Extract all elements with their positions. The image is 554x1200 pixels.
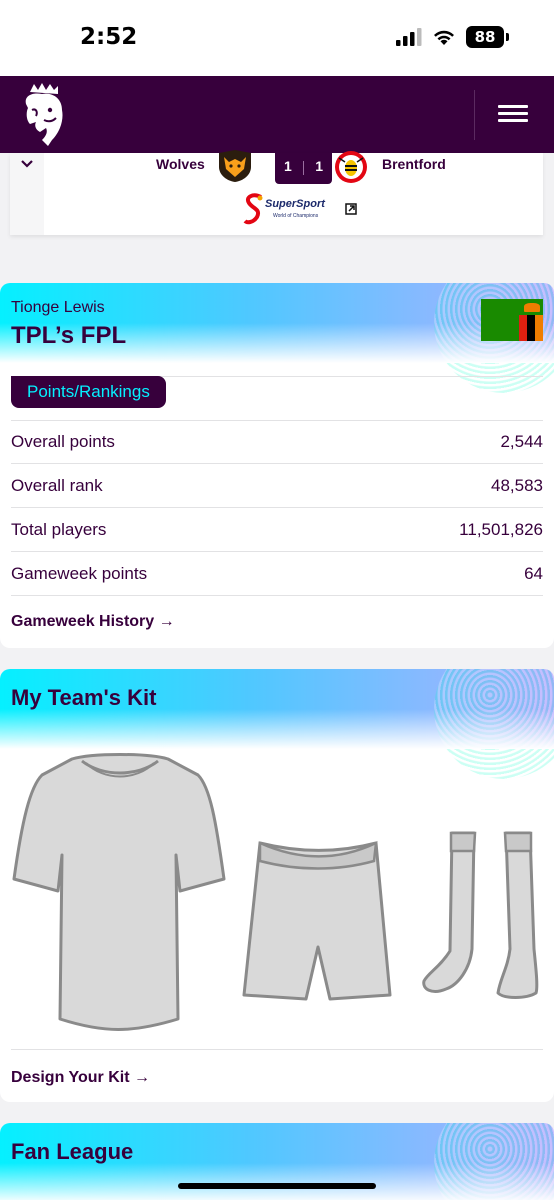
socks-icon xyxy=(422,831,539,999)
app-header xyxy=(0,76,554,153)
match-card[interactable]: Wolves 1 1 Brentford SuperSport World of… xyxy=(10,150,543,235)
shorts-icon xyxy=(242,840,392,1001)
fpl-card: Tionge Lewis TPL’s FPL Points/Rankings O… xyxy=(0,283,554,648)
score-box: 1 1 xyxy=(275,153,332,184)
chevron-down-icon[interactable] xyxy=(20,157,34,171)
fan-league-title: Fan League xyxy=(11,1139,134,1164)
supersport-s-icon xyxy=(243,193,263,225)
stat-label: Gameweek points xyxy=(11,564,148,583)
header-divider xyxy=(474,90,475,140)
kit-section-title: My Team's Kit xyxy=(11,685,157,710)
manager-name: Tionge Lewis xyxy=(11,299,105,316)
supersport-name: SuperSport xyxy=(265,198,325,210)
home-team-name: Wolves xyxy=(156,156,205,172)
home-score: 1 xyxy=(284,158,292,174)
gameweek-history-link[interactable]: Gameweek History → xyxy=(11,613,175,631)
zambia-flag-icon xyxy=(481,299,543,341)
wolves-crest-icon xyxy=(219,150,251,182)
away-score: 1 xyxy=(315,158,323,174)
premier-league-lion-logo[interactable] xyxy=(18,82,70,148)
tab-points-rankings[interactable]: Points/Rankings xyxy=(11,376,166,408)
supersport-tagline: World of Champions xyxy=(273,213,319,219)
stat-row-overall-points: Overall points 2,544 xyxy=(11,420,543,463)
home-indicator[interactable] xyxy=(178,1183,376,1189)
stat-value: 11,501,826 xyxy=(459,520,543,539)
status-time: 2:52 xyxy=(80,24,138,50)
brentford-crest-icon xyxy=(335,151,367,183)
status-icons: 88 xyxy=(396,26,509,48)
stat-label: Overall rank xyxy=(11,476,103,495)
wifi-icon xyxy=(434,30,454,45)
stat-value: 2,544 xyxy=(500,432,543,451)
stat-value: 48,583 xyxy=(491,476,543,495)
design-your-kit-link[interactable]: Design Your Kit → xyxy=(11,1069,150,1087)
stat-row-overall-rank: Overall rank 48,583 xyxy=(11,464,543,507)
stat-row-total-players: Total players 11,501,826 xyxy=(11,508,543,551)
hamburger-menu-icon[interactable] xyxy=(498,105,528,123)
battery-indicator: 88 xyxy=(466,26,509,48)
status-bar: 2:52 88 xyxy=(0,0,554,76)
external-link-icon[interactable] xyxy=(345,203,357,215)
shirt-icon xyxy=(12,753,226,1031)
stat-label: Overall points xyxy=(11,432,115,451)
cellular-signal-icon xyxy=(396,28,422,46)
stat-row-gameweek-points: Gameweek points 64 xyxy=(11,552,543,595)
fpl-team-name: TPL’s FPL xyxy=(11,322,127,349)
match-expand-side[interactable] xyxy=(10,153,44,235)
stat-value: 64 xyxy=(524,564,543,583)
stat-label: Total players xyxy=(11,520,107,539)
kit-card: My Team's Kit Design Your Kit → xyxy=(0,669,554,1102)
away-team-name: Brentford xyxy=(382,156,446,172)
